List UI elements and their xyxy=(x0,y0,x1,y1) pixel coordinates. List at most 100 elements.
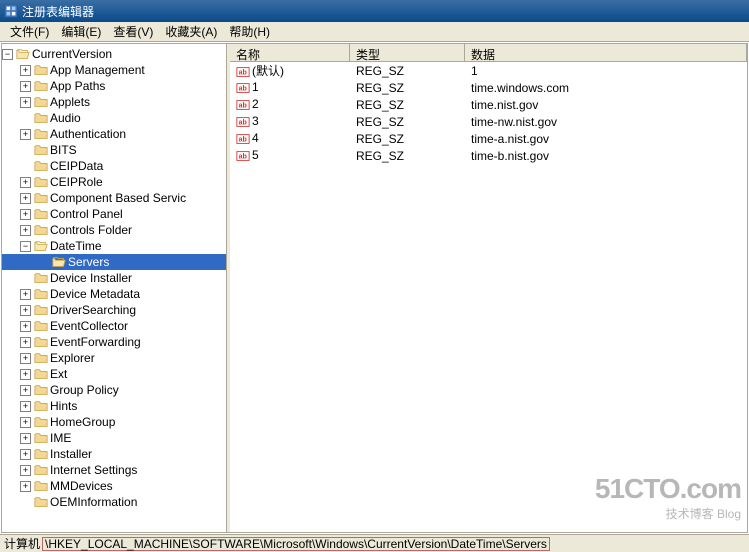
expand-icon[interactable]: + xyxy=(20,97,31,108)
menu-help[interactable]: 帮助(H) xyxy=(223,21,276,42)
cell-name: (默认) xyxy=(230,61,350,80)
tree-node[interactable]: + Installer xyxy=(2,446,226,462)
folder-icon xyxy=(34,143,48,157)
expand-icon[interactable]: + xyxy=(20,369,31,380)
menu-favorites[interactable]: 收藏夹(A) xyxy=(159,21,223,42)
window-title: 注册表编辑器 xyxy=(22,3,94,20)
expand-icon xyxy=(20,113,31,124)
table-row[interactable]: 2REG_SZtime.nist.gov xyxy=(230,96,747,113)
table-row[interactable]: 1REG_SZtime.windows.com xyxy=(230,79,747,96)
registry-tree[interactable]: − CurrentVersion+App Management+App Paths… xyxy=(2,44,226,512)
expand-icon[interactable]: + xyxy=(20,305,31,316)
tree-label: Servers xyxy=(68,255,109,269)
tree-node[interactable]: Device Installer xyxy=(2,270,226,286)
tree-label: EventForwarding xyxy=(50,335,141,349)
expand-icon[interactable]: + xyxy=(20,401,31,412)
tree-node[interactable]: +Control Panel xyxy=(2,206,226,222)
cell-data: time-b.nist.gov xyxy=(465,148,747,164)
tree-node[interactable]: +CEIPRole xyxy=(2,174,226,190)
tree-node[interactable]: +Hints xyxy=(2,398,226,414)
tree-node[interactable]: −DateTime xyxy=(2,238,226,254)
table-row[interactable]: 4REG_SZtime-a.nist.gov xyxy=(230,130,747,147)
tree-node[interactable]: Servers xyxy=(2,254,226,270)
cell-name: 4 xyxy=(230,130,350,147)
expand-icon[interactable]: + xyxy=(20,385,31,396)
expand-icon[interactable]: + xyxy=(20,65,31,76)
tree-label: Device Metadata xyxy=(50,287,140,301)
expand-icon[interactable]: + xyxy=(20,353,31,364)
expand-icon[interactable]: + xyxy=(20,337,31,348)
tree-node[interactable]: + HomeGroup xyxy=(2,414,226,430)
expand-icon[interactable]: + xyxy=(20,129,31,140)
status-path: \HKEY_LOCAL_MACHINE\SOFTWARE\Microsoft\W… xyxy=(42,537,550,551)
menu-view[interactable]: 查看(V) xyxy=(107,21,159,42)
expand-icon[interactable]: + xyxy=(20,417,31,428)
tree-node[interactable]: +MMDevices xyxy=(2,478,226,494)
folder-icon xyxy=(34,431,48,445)
folder-icon xyxy=(34,159,48,173)
folder-icon xyxy=(34,319,48,333)
tree-label: Audio xyxy=(50,111,81,125)
expand-icon[interactable]: + xyxy=(20,449,31,460)
tree-node[interactable]: + EventForwarding xyxy=(2,334,226,350)
tree-node[interactable]: +Authentication xyxy=(2,126,226,142)
col-header-type[interactable]: 类型 xyxy=(350,44,465,61)
cell-name: 3 xyxy=(230,113,350,130)
list-panel[interactable]: 名称 类型 数据 (默认)REG_SZ11REG_SZtime.windows.… xyxy=(230,44,747,532)
expand-icon[interactable]: + xyxy=(20,193,31,204)
tree-node[interactable]: + Explorer xyxy=(2,350,226,366)
expand-icon[interactable]: + xyxy=(20,209,31,220)
tree-node[interactable]: +App Paths xyxy=(2,78,226,94)
col-header-data[interactable]: 数据 xyxy=(465,44,747,61)
tree-node[interactable]: − CurrentVersion xyxy=(2,46,226,62)
cell-name: 5 xyxy=(230,147,350,164)
expand-icon[interactable]: + xyxy=(20,289,31,300)
expand-icon[interactable]: + xyxy=(20,465,31,476)
tree-node[interactable]: + Group Policy xyxy=(2,382,226,398)
collapse-icon[interactable]: − xyxy=(2,49,13,60)
tree-node[interactable]: BITS xyxy=(2,142,226,158)
menu-edit[interactable]: 编辑(E) xyxy=(55,21,107,42)
tree-label: Installer xyxy=(50,447,92,461)
menu-file[interactable]: 文件(F) xyxy=(4,21,55,42)
tree-node[interactable]: + Device Metadata xyxy=(2,286,226,302)
tree-label: IME xyxy=(50,431,71,445)
tree-node[interactable]: + Component Based Servic xyxy=(2,190,226,206)
folder-icon xyxy=(34,303,48,317)
tree-panel[interactable]: − CurrentVersion+App Management+App Paths… xyxy=(2,44,227,532)
tree-node[interactable]: +DriverSearching xyxy=(2,302,226,318)
table-row[interactable]: 3REG_SZtime-nw.nist.gov xyxy=(230,113,747,130)
tree-node[interactable]: +Controls Folder xyxy=(2,222,226,238)
content-area: − CurrentVersion+App Management+App Paths… xyxy=(1,43,748,533)
expand-icon[interactable]: + xyxy=(20,81,31,92)
tree-node[interactable]: +Internet Settings xyxy=(2,462,226,478)
expand-icon[interactable]: + xyxy=(20,481,31,492)
expand-icon[interactable]: + xyxy=(20,433,31,444)
statusbar: 计算机 \HKEY_LOCAL_MACHINE\SOFTWARE\Microso… xyxy=(0,534,749,552)
tree-node[interactable]: Audio xyxy=(2,110,226,126)
tree-node[interactable]: +Applets xyxy=(2,94,226,110)
folder-icon xyxy=(34,239,48,253)
string-value-icon xyxy=(236,149,250,163)
tree-label: Group Policy xyxy=(50,383,119,397)
tree-label: HomeGroup xyxy=(50,415,115,429)
expand-icon xyxy=(20,145,31,156)
expand-icon[interactable]: + xyxy=(20,177,31,188)
cell-data: time-a.nist.gov xyxy=(465,131,747,147)
tree-node[interactable]: +EventCollector xyxy=(2,318,226,334)
tree-node[interactable]: +App Management xyxy=(2,62,226,78)
tree-label: CurrentVersion xyxy=(32,47,112,61)
table-row[interactable]: (默认)REG_SZ1 xyxy=(230,62,747,79)
expand-icon[interactable]: + xyxy=(20,225,31,236)
tree-label: Component Based Servic xyxy=(50,191,186,205)
tree-node[interactable]: CEIPData xyxy=(2,158,226,174)
collapse-icon[interactable]: − xyxy=(20,241,31,252)
tree-node[interactable]: + IME xyxy=(2,430,226,446)
tree-node[interactable]: +Ext xyxy=(2,366,226,382)
expand-icon[interactable]: + xyxy=(20,321,31,332)
table-row[interactable]: 5REG_SZtime-b.nist.gov xyxy=(230,147,747,164)
tree-label: Explorer xyxy=(50,351,95,365)
col-header-name[interactable]: 名称 xyxy=(230,44,350,61)
tree-node[interactable]: OEMInformation xyxy=(2,494,226,510)
folder-icon xyxy=(34,399,48,413)
